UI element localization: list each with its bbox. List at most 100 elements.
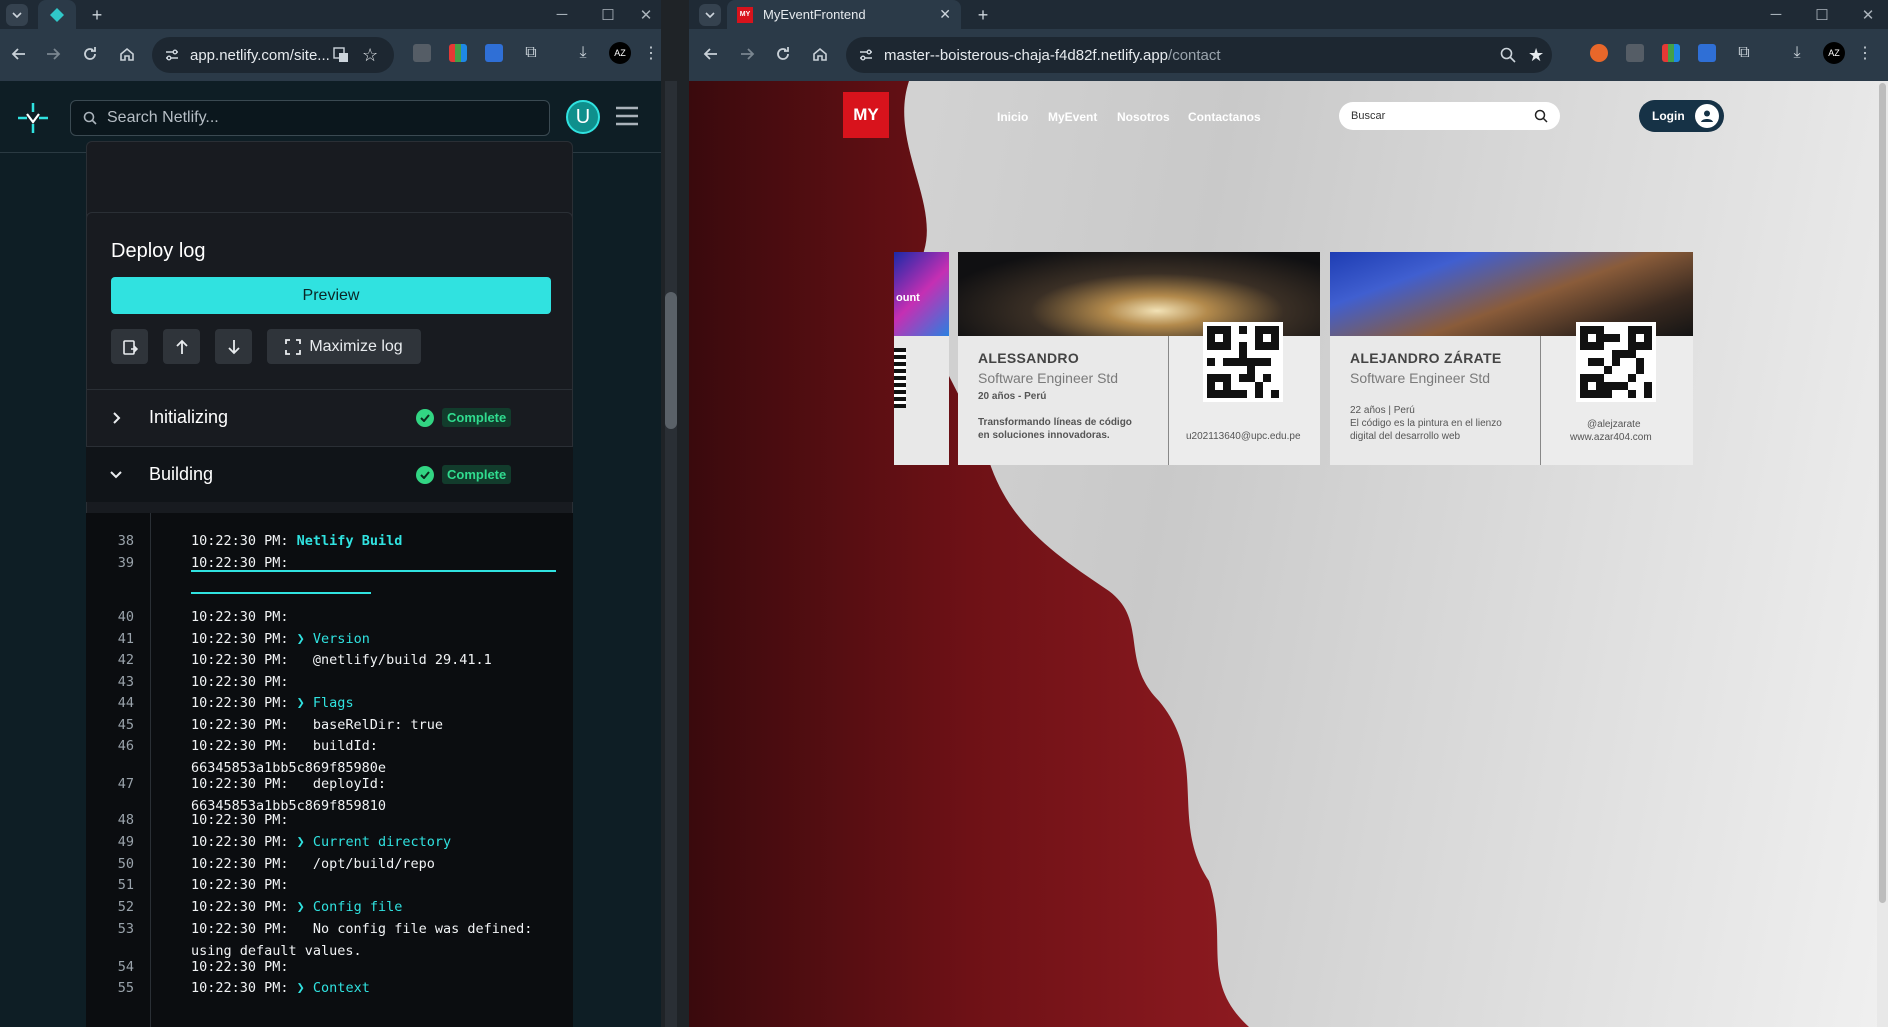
home-icon <box>120 47 134 61</box>
user-icon <box>1695 104 1719 128</box>
scroll-top-button[interactable] <box>163 329 200 364</box>
nav-inicio[interactable]: Inicio <box>997 110 1028 124</box>
window-divider <box>661 0 689 1027</box>
extension-icon-3[interactable] <box>1662 44 1680 62</box>
site-search-input[interactable]: Buscar <box>1339 102 1560 130</box>
site-info-icon <box>860 49 872 61</box>
scrollbar-track[interactable] <box>665 81 677 1027</box>
menu-kebab-icon[interactable]: ⋮ <box>1857 42 1873 64</box>
status-badge: Complete <box>416 408 512 427</box>
maximize-button[interactable]: ☐ <box>585 0 631 29</box>
check-circle-icon <box>416 465 434 484</box>
netlify-logo-icon[interactable] <box>16 101 50 135</box>
log-line-number: 48 <box>117 812 134 828</box>
log-line: 10:22:30 PM: @netlify/build 29.41.1 <box>191 650 566 672</box>
close-tab-icon[interactable]: ✕ <box>939 6 951 23</box>
log-line: 10:22:30 PM: <box>191 607 566 629</box>
forward-button[interactable] <box>732 39 762 69</box>
search-netlify-input[interactable]: Search Netlify... <box>70 100 550 136</box>
card-quote-2: en soluciones innovadoras. <box>978 430 1110 441</box>
maximize-button[interactable]: ☐ <box>1799 0 1845 29</box>
address-bar[interactable]: app.netlify.com/site... ☆ <box>152 37 394 73</box>
extension-icon-3[interactable] <box>485 44 503 62</box>
myevent-window: MY MyEventFrontend ✕ + ─ ☐ ✕ master--boi… <box>689 0 1888 1027</box>
tab-search-dropdown[interactable] <box>699 4 721 26</box>
search-icon <box>1534 109 1548 123</box>
download-icon[interactable]: ⤓ <box>1786 42 1808 64</box>
back-button[interactable] <box>4 39 34 69</box>
nav-nosotros[interactable]: Nosotros <box>1117 110 1170 124</box>
maximize-log-button[interactable]: Maximize log <box>267 329 421 364</box>
log-heading-text: ❯ Version <box>296 631 370 647</box>
user-avatar[interactable]: U <box>566 100 600 134</box>
card-contact-handle: @alejzarate <box>1587 419 1641 430</box>
tab-netlify[interactable] <box>38 0 76 29</box>
puzzle-extensions-icon[interactable]: ⧉ <box>1733 42 1755 64</box>
page-scrollbar-track[interactable] <box>1877 81 1888 1027</box>
home-button[interactable] <box>805 39 835 69</box>
partial-card-text: ount <box>896 292 920 304</box>
reload-button[interactable] <box>75 39 105 69</box>
puzzle-extensions-icon[interactable]: ⧉ <box>520 42 542 64</box>
status-label: Complete <box>442 465 512 484</box>
nav-contactanos[interactable]: Contactanos <box>1188 110 1261 124</box>
partial-qr-code <box>894 348 906 408</box>
log-timestamp-text: 10:22:30 PM: <box>191 877 289 893</box>
scrollbar-thumb[interactable] <box>665 292 677 429</box>
log-line-number: 51 <box>117 877 134 893</box>
log-timestamp-text: 10:22:30 PM: <box>191 959 289 975</box>
log-heading-text: ❯ Config file <box>296 899 403 915</box>
download-icon[interactable]: ⤓ <box>572 42 594 64</box>
bookmark-star-icon[interactable]: ☆ <box>362 45 378 66</box>
hamburger-menu-icon[interactable] <box>614 105 640 127</box>
reload-icon <box>84 47 96 60</box>
tab-search-dropdown[interactable] <box>6 4 28 26</box>
card-name: ALEJANDRO ZÁRATE <box>1350 350 1502 366</box>
extension-icon-1[interactable] <box>413 44 431 62</box>
extension-icon-2[interactable] <box>449 44 467 62</box>
log-heading-text: ❯ Flags <box>296 695 354 711</box>
forward-button[interactable] <box>38 39 68 69</box>
scroll-bottom-button[interactable] <box>215 329 252 364</box>
netlify-favicon-icon <box>50 7 64 22</box>
myevent-logo[interactable]: MY <box>843 92 889 138</box>
card-divider <box>1168 336 1169 465</box>
profile-avatar[interactable]: AZ <box>609 42 631 64</box>
new-tab-button[interactable]: + <box>972 4 994 26</box>
translate-icon[interactable] <box>332 46 350 64</box>
status-label: Complete <box>442 408 512 427</box>
extension-icon-1[interactable] <box>1590 44 1608 62</box>
menu-kebab-icon[interactable]: ⋮ <box>643 42 659 64</box>
address-bar[interactable]: master--boisterous-chaja-f4d82f.netlify.… <box>846 37 1552 73</box>
back-button[interactable] <box>696 39 726 69</box>
clipboard-icon <box>122 339 138 355</box>
log-line: 10:22:30 PM: ❯ Flags <box>191 693 566 715</box>
qr-code <box>1576 322 1656 402</box>
reload-button[interactable] <box>768 39 798 69</box>
minimize-button[interactable]: ─ <box>1753 0 1799 29</box>
close-window-button[interactable]: ✕ <box>1845 0 1888 29</box>
minimize-button[interactable]: ─ <box>539 0 585 29</box>
profile-avatar[interactable]: AZ <box>1823 42 1845 64</box>
home-button[interactable] <box>112 39 142 69</box>
extension-icon-4[interactable] <box>1698 44 1716 62</box>
extension-icon-2[interactable] <box>1626 44 1644 62</box>
login-button[interactable]: Login <box>1639 100 1724 132</box>
log-line-number: 47 <box>117 776 134 792</box>
card-divider <box>1540 336 1541 465</box>
log-line-number: 53 <box>117 921 134 937</box>
stage-building[interactable]: Building Complete <box>86 446 573 502</box>
page-scrollbar-thumb[interactable] <box>1879 83 1886 903</box>
close-window-button[interactable]: ✕ <box>631 0 661 29</box>
new-tab-button[interactable]: + <box>86 4 108 26</box>
reload-icon <box>777 47 789 60</box>
bookmark-star-icon[interactable]: ★ <box>1528 45 1544 66</box>
preview-button[interactable]: Preview <box>111 277 551 314</box>
copy-log-button[interactable] <box>111 329 148 364</box>
stage-initializing[interactable]: Initializing Complete <box>86 389 573 445</box>
log-line: 10:22:30 PM: ❯ Context <box>191 978 566 1000</box>
nav-myevent[interactable]: MyEvent <box>1048 110 1097 124</box>
tab-myeventfrontend[interactable]: MY MyEventFrontend ✕ <box>727 0 961 29</box>
log-line: 10:22:30 PM: ❯ Config file <box>191 897 566 919</box>
zoom-icon[interactable] <box>1500 47 1516 63</box>
